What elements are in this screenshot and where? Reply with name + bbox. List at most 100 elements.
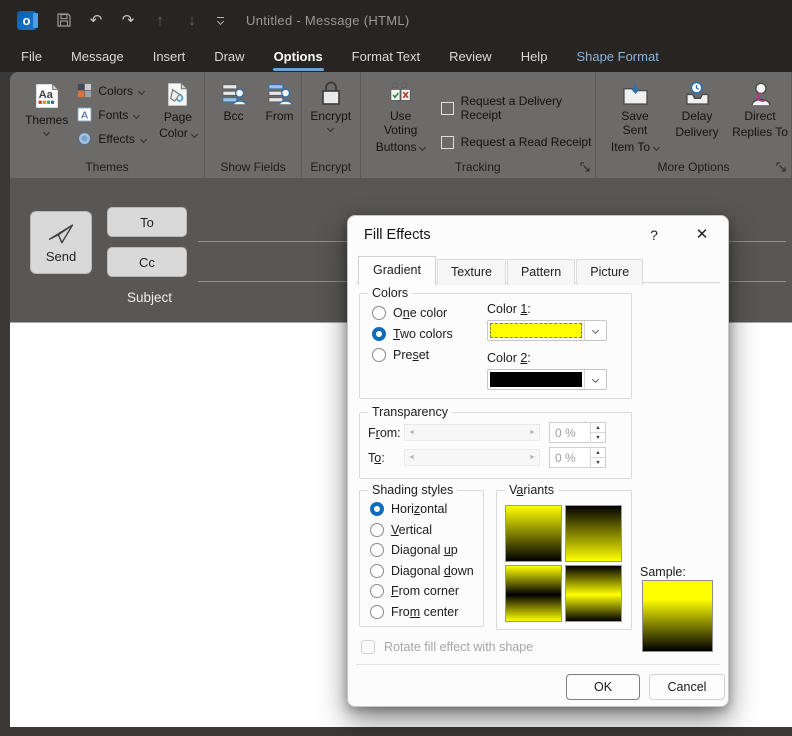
- dialog-tab-picture[interactable]: Picture: [576, 259, 644, 285]
- ribbon-group-tracking: Use Voting Buttons Request a Delivery Re…: [361, 72, 596, 178]
- variant-tile-4[interactable]: [565, 565, 622, 622]
- fonts-icon: A: [77, 107, 92, 122]
- rotate-fill-checkbox: Rotate fill effect with shape: [361, 640, 533, 654]
- variant-tile-3[interactable]: [505, 565, 562, 622]
- transparency-to-spinner[interactable]: 0 % ▲ ▼: [549, 447, 606, 468]
- delivery-receipt-checkbox[interactable]: Request a Delivery Receipt: [440, 94, 595, 122]
- color1-dropdown-button[interactable]: [584, 321, 606, 340]
- spin-down-icon[interactable]: ▼: [591, 458, 605, 467]
- variants-group-label: Variants: [505, 483, 558, 497]
- cc-button[interactable]: Cc: [107, 247, 187, 277]
- transparency-from-label: From:: [368, 426, 401, 440]
- radio-vertical[interactable]: Vertical: [370, 523, 432, 537]
- radio-icon: [370, 523, 384, 537]
- spin-up-icon[interactable]: ▲: [591, 448, 605, 458]
- undo-icon[interactable]: ↶: [87, 11, 105, 29]
- radio-from-corner[interactable]: From corner: [370, 584, 459, 598]
- slider-left-arrow-icon[interactable]: ◄: [405, 429, 418, 436]
- read-receipt-checkbox[interactable]: Request a Read Receipt: [440, 135, 595, 149]
- tab-file[interactable]: File: [20, 45, 43, 68]
- transparency-from-slider[interactable]: ◄ ►: [404, 424, 540, 441]
- dialog-tab-pattern[interactable]: Pattern: [506, 259, 576, 285]
- color2-dropdown[interactable]: [487, 369, 607, 390]
- radio-two-colors-label: Two colors: [393, 327, 453, 341]
- checkbox-icon: [440, 135, 454, 149]
- spin-up-icon[interactable]: ▲: [591, 423, 605, 433]
- direct-replies-label-line1: Direct: [744, 109, 776, 123]
- radio-preset[interactable]: Preset: [372, 348, 429, 362]
- spin-down-icon[interactable]: ▼: [591, 433, 605, 442]
- fonts-button[interactable]: A Fonts: [77, 107, 145, 122]
- slider-right-arrow-icon[interactable]: ►: [526, 454, 539, 461]
- ribbon-group-show-fields: Bcc From Show Fields: [205, 72, 302, 178]
- redo-icon[interactable]: ↷: [119, 11, 137, 29]
- radio-horizontal[interactable]: Horizontal: [370, 502, 447, 516]
- variant-tile-1[interactable]: [505, 505, 562, 562]
- to-button[interactable]: To: [107, 207, 187, 237]
- tab-message[interactable]: Message: [70, 45, 125, 68]
- ok-button[interactable]: OK: [566, 674, 640, 700]
- radio-diagonal-down-label: Diagonal down: [391, 564, 474, 578]
- tab-draw[interactable]: Draw: [213, 45, 245, 68]
- radio-diagonal-up[interactable]: Diagonal up: [370, 543, 458, 557]
- colors-group-label: Colors: [368, 286, 413, 300]
- radio-diagonal-down[interactable]: Diagonal down: [370, 564, 474, 578]
- themes-button-label: Themes: [25, 113, 69, 127]
- save-sent-label-line1: Save Sent: [621, 109, 649, 138]
- checkbox-icon: [361, 640, 375, 654]
- tab-review[interactable]: Review: [448, 45, 493, 68]
- radio-diagonal-up-label: Diagonal up: [391, 543, 458, 557]
- lock-icon: [321, 81, 340, 105]
- radio-from-center[interactable]: From center: [370, 605, 458, 619]
- color1-label: Color 1:: [487, 302, 531, 316]
- subject-label: Subject: [127, 290, 173, 305]
- radio-one-color-label: One color: [393, 306, 448, 320]
- slider-right-arrow-icon[interactable]: ►: [526, 429, 539, 436]
- radio-two-colors[interactable]: Two colors: [372, 327, 453, 341]
- tab-insert[interactable]: Insert: [152, 45, 187, 68]
- slider-left-arrow-icon[interactable]: ◄: [405, 454, 418, 461]
- color2-dropdown-button[interactable]: [584, 370, 606, 389]
- variant-tile-2[interactable]: [565, 505, 622, 562]
- send-button-label: Send: [45, 249, 77, 264]
- colors-groupbox: Colors One color Two colors Preset Color…: [359, 286, 632, 399]
- dialog-tab-gradient[interactable]: Gradient: [358, 256, 436, 286]
- outlook-message-window: o ↶ ↷ ↑ ↓ Untitled - Message (HTML) File…: [0, 0, 792, 736]
- dialog-tab-texture[interactable]: Texture: [436, 259, 506, 285]
- group-label-encrypt: Encrypt: [310, 160, 352, 174]
- transparency-to-value[interactable]: 0 %: [550, 448, 590, 467]
- tab-shape-format[interactable]: Shape Format: [575, 45, 659, 68]
- radio-icon: [370, 543, 384, 557]
- transparency-from-spinner[interactable]: 0 % ▲ ▼: [549, 422, 606, 443]
- cancel-button[interactable]: Cancel: [649, 674, 725, 700]
- chevron-down-icon: [591, 375, 600, 384]
- footer-divider: [356, 664, 720, 665]
- group-label-themes: Themes: [85, 160, 129, 174]
- colors-button[interactable]: Colors: [77, 83, 146, 98]
- color2-swatch: [490, 372, 582, 387]
- customize-qat-icon[interactable]: [216, 16, 225, 25]
- chevron-down-icon: [138, 87, 146, 95]
- tab-format-text[interactable]: Format Text: [351, 45, 421, 68]
- bcc-button-label: Bcc: [223, 109, 244, 123]
- tab-help[interactable]: Help: [520, 45, 549, 68]
- send-button[interactable]: Send: [30, 211, 92, 274]
- color1-dropdown[interactable]: [487, 320, 607, 341]
- color2-label: Color 2:: [487, 351, 531, 365]
- transparency-to-slider[interactable]: ◄ ►: [404, 449, 540, 466]
- effects-button[interactable]: Effects: [77, 131, 147, 146]
- tracking-dialog-launcher-icon[interactable]: [580, 162, 591, 173]
- radio-icon: [370, 584, 384, 598]
- page-color-label-line1: Page: [163, 110, 192, 124]
- more-options-dialog-launcher-icon[interactable]: [776, 162, 787, 173]
- save-icon[interactable]: [55, 11, 73, 29]
- transparency-from-value[interactable]: 0 %: [550, 423, 590, 442]
- radio-one-color[interactable]: One color: [372, 306, 447, 320]
- close-icon[interactable]: ✕: [693, 225, 711, 243]
- tab-options[interactable]: Options: [272, 45, 324, 71]
- chevron-down-icon: [43, 129, 51, 137]
- variant-tiles: [505, 505, 622, 622]
- help-icon[interactable]: ?: [646, 227, 662, 243]
- move-down-icon: ↓: [188, 11, 196, 29]
- encrypt-button-label: Encrypt: [310, 109, 352, 123]
